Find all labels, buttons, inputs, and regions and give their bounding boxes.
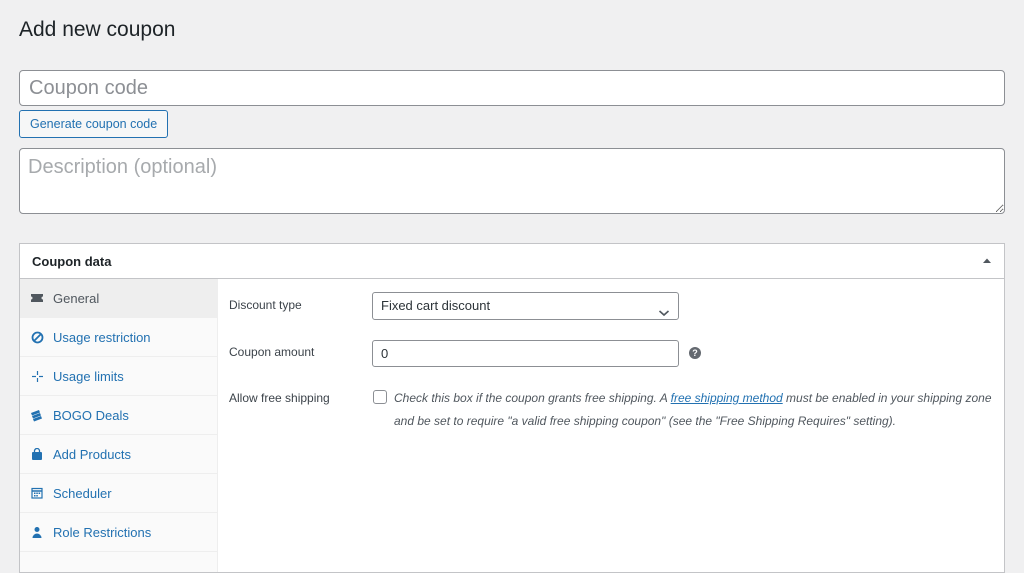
coupon-code-input[interactable] bbox=[19, 70, 1005, 106]
coupon-data-header: Coupon data bbox=[20, 244, 1004, 279]
help-question-icon[interactable]: ? bbox=[689, 347, 701, 359]
allow-free-shipping-label: Allow free shipping bbox=[229, 391, 330, 405]
tab-general[interactable]: General bbox=[20, 279, 217, 318]
coupon-data-tabs: General Usage restriction Usage limits B… bbox=[20, 279, 218, 572]
tab-bogo-deals[interactable]: BOGO Deals bbox=[20, 396, 217, 435]
tab-scheduler[interactable]: Scheduler bbox=[20, 474, 217, 513]
coupon-data-title: Coupon data bbox=[32, 254, 112, 269]
page-title: Add new coupon bbox=[19, 18, 176, 41]
user-icon bbox=[30, 525, 44, 539]
coupon-data-panel: Coupon data General Usage restriction Us… bbox=[19, 243, 1005, 573]
calendar-icon bbox=[30, 486, 44, 500]
tab-label: BOGO Deals bbox=[53, 408, 129, 423]
discount-type-select[interactable]: Fixed cart discount bbox=[372, 292, 679, 320]
tickets-stack-icon bbox=[30, 408, 44, 422]
tab-label: Role Restrictions bbox=[53, 525, 152, 540]
description-textarea[interactable] bbox=[19, 148, 1005, 214]
tab-label: Scheduler bbox=[53, 486, 112, 501]
tab-role-restrictions[interactable]: Role Restrictions bbox=[20, 513, 217, 552]
crosshair-icon bbox=[30, 369, 44, 383]
collapse-triangle-icon[interactable] bbox=[980, 254, 994, 268]
ticket-icon bbox=[30, 291, 44, 305]
tab-label: Usage limits bbox=[53, 369, 124, 384]
free-shipping-text-before: Check this box if the coupon grants free… bbox=[394, 391, 671, 405]
discount-type-value: Fixed cart discount bbox=[381, 298, 491, 313]
tab-label: Add Products bbox=[53, 447, 132, 462]
tab-usage-restriction[interactable]: Usage restriction bbox=[20, 318, 217, 357]
generate-coupon-code-button[interactable]: Generate coupon code bbox=[19, 110, 169, 138]
free-shipping-checkbox[interactable] bbox=[373, 390, 387, 404]
free-shipping-description: Check this box if the coupon grants free… bbox=[394, 387, 994, 433]
chevron-down-icon bbox=[658, 301, 670, 317]
tab-add-products[interactable]: Add Products bbox=[20, 435, 217, 474]
bag-icon bbox=[30, 447, 44, 461]
block-icon bbox=[30, 330, 44, 344]
tab-label: Usage restriction bbox=[53, 330, 151, 345]
discount-type-label: Discount type bbox=[229, 298, 302, 312]
free-shipping-method-link[interactable]: free shipping method bbox=[671, 391, 783, 405]
tab-usage-limits[interactable]: Usage limits bbox=[20, 357, 217, 396]
tab-label: General bbox=[53, 291, 100, 306]
coupon-amount-label: Coupon amount bbox=[229, 345, 315, 359]
general-fields: Discount type Fixed cart discount Coupon… bbox=[217, 279, 1004, 572]
coupon-amount-input[interactable] bbox=[372, 340, 679, 367]
